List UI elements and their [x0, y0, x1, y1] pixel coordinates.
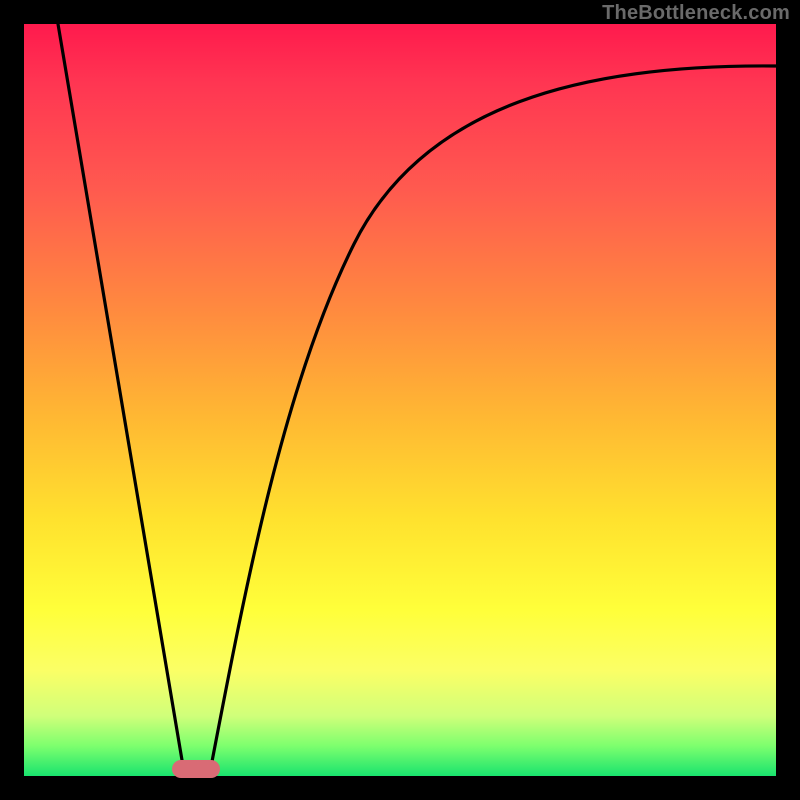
optimal-marker [172, 760, 220, 778]
chart-frame: TheBottleneck.com [0, 0, 800, 800]
bottleneck-curve [24, 24, 776, 776]
attribution-text: TheBottleneck.com [602, 2, 790, 25]
plot-area [24, 24, 776, 776]
